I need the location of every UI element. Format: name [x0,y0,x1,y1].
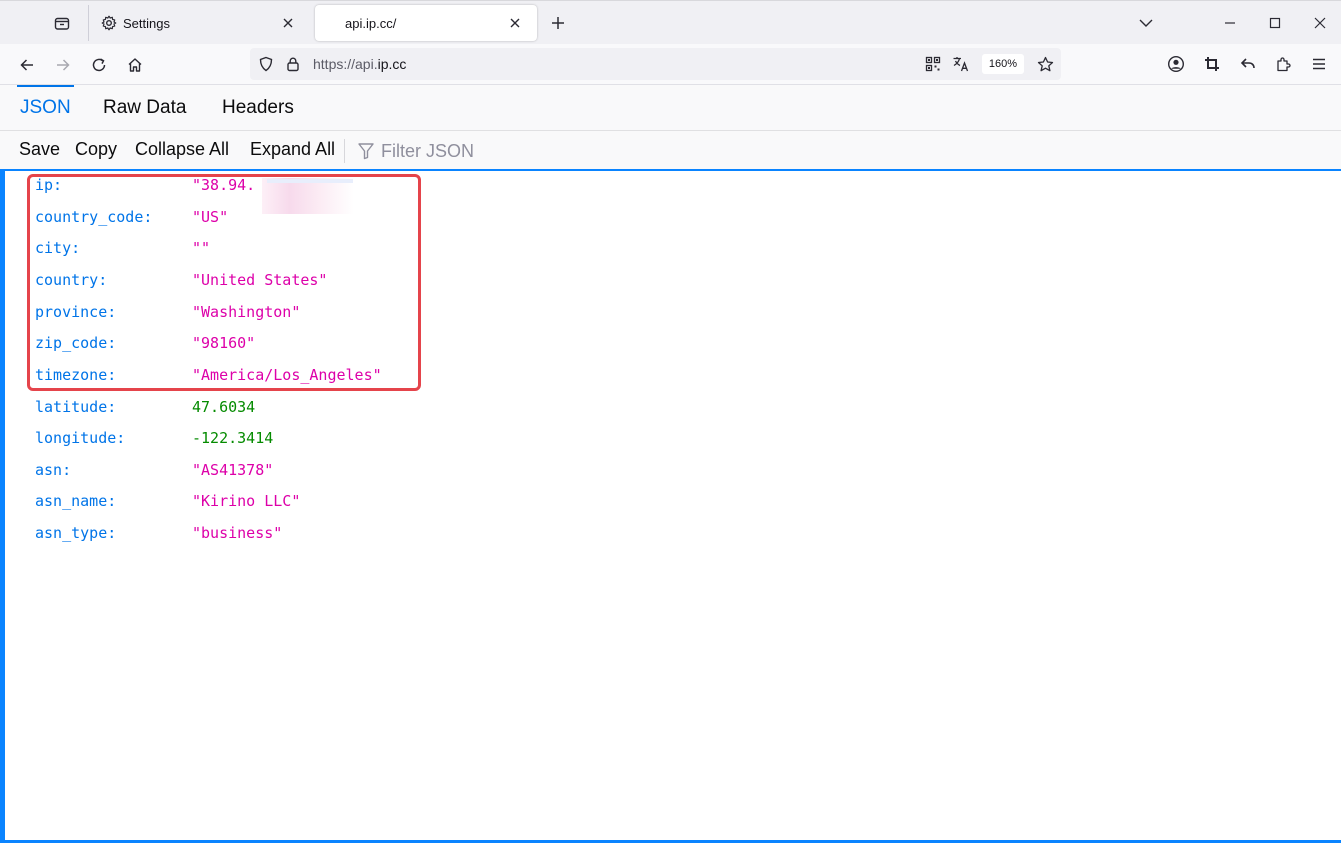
zoom-level-button[interactable]: 160% [982,54,1024,74]
forward-button[interactable] [49,51,77,79]
address-bar[interactable]: https://api.ip.cc 160% [250,48,1061,80]
hamburger-menu-icon [1313,58,1325,70]
account-button[interactable] [1164,52,1188,76]
minimize-button[interactable] [1212,7,1248,39]
tab-headers[interactable]: Headers [222,85,294,131]
json-key: longitude: [35,429,126,447]
collapse-all-button[interactable]: Collapse All [135,139,229,160]
copy-button[interactable]: Copy [75,139,117,160]
tab-title: Settings [123,15,170,31]
crop-icon [1205,57,1219,71]
tab-list-icon [54,17,70,30]
tab-settings[interactable]: Settings [88,5,310,41]
close-tab-icon[interactable] [278,13,298,33]
home-icon [128,58,142,72]
app-menu-button[interactable] [1307,52,1331,76]
json-key: asn_type: [35,524,117,542]
account-icon [1167,55,1185,73]
filter-placeholder: Filter JSON [381,140,475,161]
chevron-down-icon [1139,19,1153,27]
lock-icon[interactable] [283,54,303,74]
filter-icon [358,142,376,160]
json-content: ip: "38.94. country_code: "US" city: "" … [0,171,1341,843]
arrow-left-icon [20,59,33,71]
json-value: "business" [192,524,283,542]
plus-icon [552,17,564,29]
url-prefix: https://api. [313,56,378,72]
tab-list-button[interactable] [44,9,80,37]
puzzle-icon [1277,57,1291,72]
undo-icon [1240,58,1255,69]
extensions-button[interactable] [1272,52,1296,76]
home-button[interactable] [121,51,149,79]
close-window-button[interactable] [1302,7,1338,39]
reload-icon [92,58,106,72]
toolbar-divider [344,139,345,163]
tab-api-ip-cc[interactable]: api.ip.cc/ [315,5,537,41]
json-viewer-tabs: JSON Raw Data Headers [0,85,1341,131]
filter-json-input[interactable]: Filter JSON [358,139,474,163]
tab-strip: Settings api.ip.cc/ [0,0,1341,44]
save-button[interactable]: Save [19,139,60,160]
url-text[interactable]: https://api.ip.cc [313,56,406,72]
json-key: latitude: [35,398,117,416]
shield-icon[interactable] [256,54,276,74]
close-tab-icon[interactable] [505,13,525,33]
tab-title: api.ip.cc/ [345,15,397,31]
json-value: "Kirino LLC" [192,492,301,510]
expand-all-button[interactable]: Expand All [250,139,335,160]
json-value: 47.6034 [192,398,256,416]
star-icon[interactable] [1035,54,1055,74]
close-icon [1314,17,1326,29]
tab-raw-data[interactable]: Raw Data [103,85,186,131]
json-key: asn_name: [35,492,117,510]
json-key: asn: [35,461,72,479]
back-button[interactable] [13,51,41,79]
maximize-button[interactable] [1257,7,1293,39]
json-value: -122.3414 [192,429,274,447]
annotation-highlight-box [27,174,421,391]
json-viewer-toolbar: Save Copy Collapse All Expand All Filter… [0,131,1341,171]
maximize-icon [1269,17,1281,29]
arrow-right-icon [57,59,70,71]
json-value: "AS41378" [192,461,274,479]
reload-button[interactable] [85,51,113,79]
navigation-bar: https://api.ip.cc 160% [0,44,1341,85]
translate-icon[interactable] [951,54,971,74]
url-domain: ip.cc [377,56,407,72]
gear-icon [101,15,117,31]
tab-json[interactable]: JSON [17,85,74,131]
screenshot-button[interactable] [1200,52,1224,76]
minimize-icon [1225,22,1235,24]
tab-overflow-button[interactable] [1128,7,1164,39]
new-tab-button[interactable] [546,11,570,35]
undo-button[interactable] [1236,52,1260,76]
qr-code-icon[interactable] [923,54,943,74]
